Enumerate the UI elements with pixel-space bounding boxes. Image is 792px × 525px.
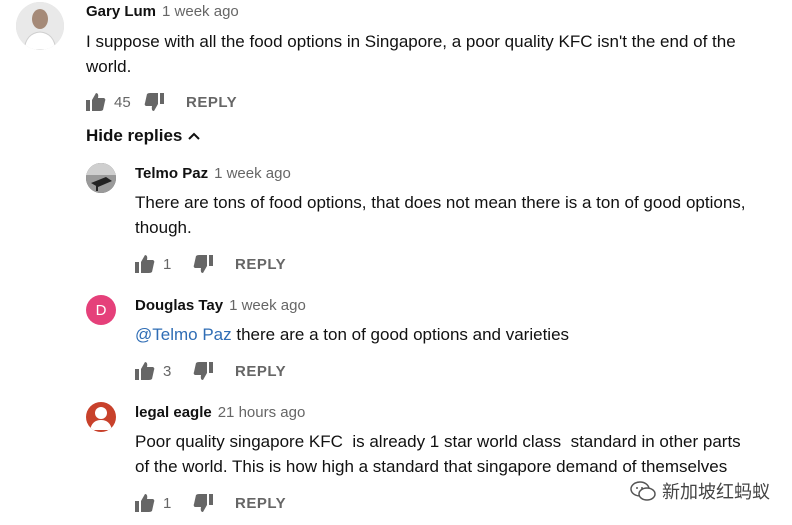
reply-actions: 1 REPLY [135, 252, 286, 276]
reply-header: Douglas Tay 1 week ago [135, 296, 306, 316]
avatar[interactable] [86, 163, 116, 193]
mention-link[interactable]: @Telmo Paz [135, 325, 232, 344]
thumbs-down-icon[interactable] [193, 362, 213, 380]
reply-text: there are a ton of good options and vari… [231, 325, 570, 344]
avatar[interactable]: D [86, 295, 116, 325]
comment-header: Gary Lum 1 week ago [86, 2, 239, 22]
reply-header: legal eagle 21 hours ago [135, 403, 305, 423]
author-name[interactable]: Gary Lum [86, 3, 156, 20]
thumbs-down-icon[interactable] [193, 255, 213, 273]
user-photo-icon [16, 2, 64, 50]
watermark: 新加坡红蚂蚁 [630, 478, 770, 504]
thumbs-up-icon[interactable] [135, 255, 155, 273]
author-name[interactable]: legal eagle [135, 404, 212, 421]
reply-actions: 3 REPLY [135, 359, 286, 383]
comment-actions: 45 REPLY [86, 90, 237, 114]
like-count: 1 [163, 255, 172, 273]
thumbs-up-icon[interactable] [135, 494, 155, 512]
wechat-icon [630, 481, 656, 501]
timestamp[interactable]: 1 week ago [162, 3, 239, 20]
reply-button[interactable]: REPLY [235, 256, 286, 273]
like-count: 3 [163, 362, 172, 380]
avatar[interactable] [86, 402, 116, 432]
hide-replies-label: Hide replies [86, 126, 183, 145]
reply-button[interactable]: REPLY [186, 94, 237, 111]
watermark-text: 新加坡红蚂蚁 [662, 482, 770, 502]
like-count: 1 [163, 494, 172, 512]
comment-text-line: world. [86, 57, 132, 76]
piano-photo-icon [86, 163, 116, 193]
reply-text-line: @Telmo Paz there are a ton of good optio… [135, 322, 569, 347]
thumbs-down-icon[interactable] [193, 494, 213, 512]
reply-text-line: though. [135, 218, 192, 237]
reply-text-line: Poor quality singapore KFC is already 1 … [135, 432, 741, 451]
reply-text-line: There are tons of food options, that doe… [135, 193, 746, 212]
avatar[interactable] [16, 2, 64, 50]
reply-button[interactable]: REPLY [235, 363, 286, 380]
reply-button[interactable]: REPLY [235, 495, 286, 512]
avatar-letter: D [95, 301, 107, 319]
thumbs-up-icon[interactable] [86, 93, 106, 111]
comment-text-line: I suppose with all the food options in S… [86, 32, 736, 51]
author-name[interactable]: Douglas Tay [135, 297, 223, 314]
chevron-up-icon [188, 132, 201, 140]
author-name[interactable]: Telmo Paz [135, 165, 208, 182]
reply-header: Telmo Paz 1 week ago [135, 164, 291, 184]
timestamp[interactable]: 21 hours ago [218, 404, 306, 421]
timestamp[interactable]: 1 week ago [214, 165, 291, 182]
timestamp[interactable]: 1 week ago [229, 297, 306, 314]
reply-actions: 1 REPLY [135, 491, 286, 515]
thumbs-up-icon[interactable] [135, 362, 155, 380]
thumbs-down-icon[interactable] [144, 93, 164, 111]
default-user-icon [90, 407, 112, 430]
hide-replies-button[interactable]: Hide replies [86, 126, 201, 146]
like-count: 45 [114, 93, 131, 111]
reply-text-line: of the world. This is how high a standar… [135, 457, 728, 476]
